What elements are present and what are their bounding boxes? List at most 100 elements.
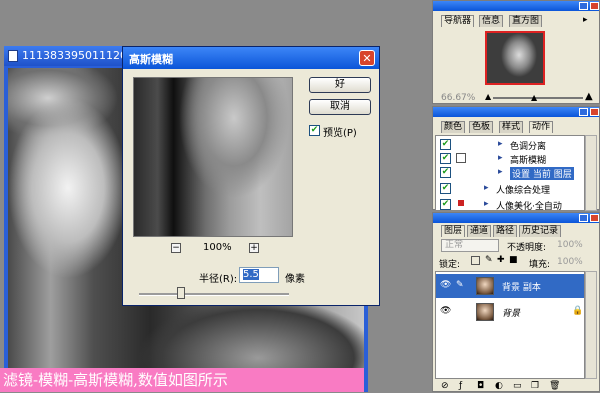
fill-value[interactable]: 100% <box>557 257 583 267</box>
panel-minimize-button[interactable] <box>579 2 588 10</box>
actions-list: ✔ ▸ 色调分离 ✔ ▸ 高斯模糊 ✔ ▸ 设置 当前 图层 ✔ ▸ 人像综合处… <box>435 135 585 211</box>
close-button[interactable]: ✕ <box>359 50 375 66</box>
brush-icon: ✎ <box>456 280 464 290</box>
tab-swatches[interactable]: 色板 <box>469 121 494 133</box>
tab-actions[interactable]: 动作 <box>529 121 554 133</box>
navigator-zoom-slider[interactable] <box>493 97 583 99</box>
new-layer-icon[interactable]: ❐ <box>531 381 539 391</box>
check-icon[interactable]: ✔ <box>440 153 451 164</box>
layer-row[interactable]: 👁 ✎ 背景 副本 <box>436 274 584 298</box>
trash-icon[interactable]: 🗑 <box>549 381 560 391</box>
list-item[interactable]: ✔ ▸ 色调分离 <box>436 138 584 152</box>
tab-styles[interactable]: 样式 <box>499 121 524 133</box>
blend-mode-select[interactable]: 正常 <box>441 239 499 252</box>
zoom-out-button[interactable]: − <box>171 243 181 253</box>
panel-minimize-button[interactable] <box>579 108 588 116</box>
expand-arrow-icon[interactable]: ▸ <box>484 183 489 193</box>
navigator-panel: 导航器 信息 直方图 ▸ 66.67% ▲ ▲ ▲ <box>432 0 600 104</box>
tab-navigator[interactable]: 导航器 <box>441 15 475 27</box>
adjustment-layer-icon[interactable]: ◐ <box>495 381 503 391</box>
check-icon[interactable]: ✔ <box>440 139 451 150</box>
layers-footer: ⊘ ƒ ◘ ◐ ▭ ❐ 🗑 <box>435 381 597 393</box>
lock-paint-icon[interactable]: ✎ <box>485 255 493 265</box>
tab-paths[interactable]: 路径 <box>493 225 518 237</box>
ps-document-icon <box>8 50 18 62</box>
panel-minimize-button[interactable] <box>579 214 588 222</box>
minus-icon: − <box>172 243 180 253</box>
expand-arrow-icon[interactable]: ▸ <box>484 199 489 209</box>
list-item[interactable]: ✔ ▸ 人像综合处理 <box>436 182 584 196</box>
radius-input[interactable]: 5.5 <box>239 267 279 283</box>
layer-name: 背景 <box>502 309 521 319</box>
record-icon <box>458 200 464 206</box>
caption-text: 滤镜-模糊-高斯模糊,数值如图所示 <box>0 368 364 392</box>
tab-color[interactable]: 颜色 <box>441 121 466 133</box>
list-item[interactable]: ✔ ▸ 设置 当前 图层 <box>436 166 584 180</box>
tab-histogram[interactable]: 直方图 <box>509 15 543 27</box>
visibility-eye-icon[interactable]: 👁 <box>440 306 451 316</box>
layer-row[interactable]: 👁 背景 🔒 <box>436 300 584 324</box>
navigator-zoom: 66.67% <box>441 93 476 103</box>
preview-label: 预览(P) <box>323 128 357 139</box>
dialog-title: 高斯模糊 <box>129 53 173 66</box>
panel-close-button[interactable] <box>590 108 599 116</box>
check-icon[interactable]: ✔ <box>440 167 451 178</box>
visibility-eye-icon[interactable]: 👁 <box>440 280 451 290</box>
lock-move-icon[interactable]: ✚ <box>497 255 505 265</box>
layer-style-icon[interactable]: ƒ <box>459 381 462 391</box>
checkmark-icon: ✔ <box>310 125 319 135</box>
preview-image[interactable] <box>133 77 293 237</box>
tab-history[interactable]: 历史记录 <box>519 225 562 237</box>
ok-button[interactable]: 好 <box>309 77 371 93</box>
panel-close-button[interactable] <box>590 2 599 10</box>
layers-scrollbar[interactable] <box>585 271 597 379</box>
layers-list: 👁 ✎ 背景 副本 👁 背景 🔒 <box>435 271 585 379</box>
expand-arrow-icon[interactable]: ▸ <box>498 167 503 177</box>
radius-label: 半径(R): <box>199 274 238 285</box>
tab-channels[interactable]: 通道 <box>467 225 492 237</box>
tab-layers[interactable]: 图层 <box>441 225 466 237</box>
expand-arrow-icon[interactable]: ▸ <box>498 139 503 149</box>
navigator-panel-bar[interactable] <box>433 1 599 11</box>
list-item[interactable]: ✔ ▸ 人像美化·全自动 <box>436 198 584 210</box>
check-icon[interactable]: ✔ <box>440 199 451 210</box>
actions-scrollbar[interactable] <box>585 135 597 211</box>
document-title: 1113833950111201 <box>22 49 134 62</box>
fill-label: 填充: <box>529 260 551 270</box>
navigator-slider-thumb[interactable]: ▲ <box>531 93 537 102</box>
opacity-label: 不透明度: <box>507 243 547 253</box>
dialog-toggle-icon[interactable] <box>456 153 466 163</box>
new-group-icon[interactable]: ▭ <box>513 381 522 391</box>
panel-close-button[interactable] <box>590 214 599 222</box>
tab-info[interactable]: 信息 <box>479 15 504 27</box>
layer-thumbnail <box>476 277 494 295</box>
actions-panel: 颜色 色板 样式 动作 ✔ ▸ 色调分离 ✔ ▸ 高斯模糊 ✔ ▸ 设置 当前 … <box>432 106 600 211</box>
close-icon: ✕ <box>362 52 372 65</box>
dialog-titlebar[interactable]: 高斯模糊 ✕ <box>123 47 379 69</box>
actions-panel-bar[interactable] <box>433 107 599 117</box>
lock-transparent-icon[interactable] <box>471 256 480 265</box>
check-icon[interactable]: ✔ <box>440 183 451 194</box>
layers-panel: 图层 通道 路径 历史记录 正常 不透明度: 100% 锁定: ✎ ✚ ■ 填充… <box>432 212 600 392</box>
preview-checkbox[interactable]: ✔ <box>309 125 320 136</box>
radius-slider-track[interactable] <box>139 293 289 296</box>
radius-unit: 像素 <box>285 274 305 285</box>
expand-arrow-icon[interactable]: ▸ <box>498 153 503 163</box>
opacity-value[interactable]: 100% <box>557 240 583 250</box>
link-icon[interactable]: ⊘ <box>441 381 449 391</box>
zoom-in-mountain-icon: ▲ <box>585 91 593 102</box>
lock-label: 锁定: <box>439 260 461 270</box>
radius-slider-thumb[interactable] <box>177 287 185 299</box>
zoom-level: 100% <box>203 242 232 253</box>
navigator-thumbnail[interactable] <box>485 31 545 85</box>
zoom-in-button[interactable]: + <box>249 243 259 253</box>
lock-icon: 🔒 <box>572 306 584 316</box>
gaussian-blur-dialog: 高斯模糊 ✕ − 100% + 好 取消 ✔ 预览(P) 半径(R): 5.5 … <box>122 46 380 306</box>
mask-icon[interactable]: ◘ <box>477 381 484 391</box>
cancel-button[interactable]: 取消 <box>309 99 371 115</box>
layer-thumbnail <box>476 303 494 321</box>
panel-menu-icon[interactable]: ▸ <box>583 15 588 25</box>
layers-panel-bar[interactable] <box>433 213 599 223</box>
lock-all-icon[interactable]: ■ <box>509 255 518 265</box>
list-item[interactable]: ✔ ▸ 高斯模糊 <box>436 152 584 166</box>
